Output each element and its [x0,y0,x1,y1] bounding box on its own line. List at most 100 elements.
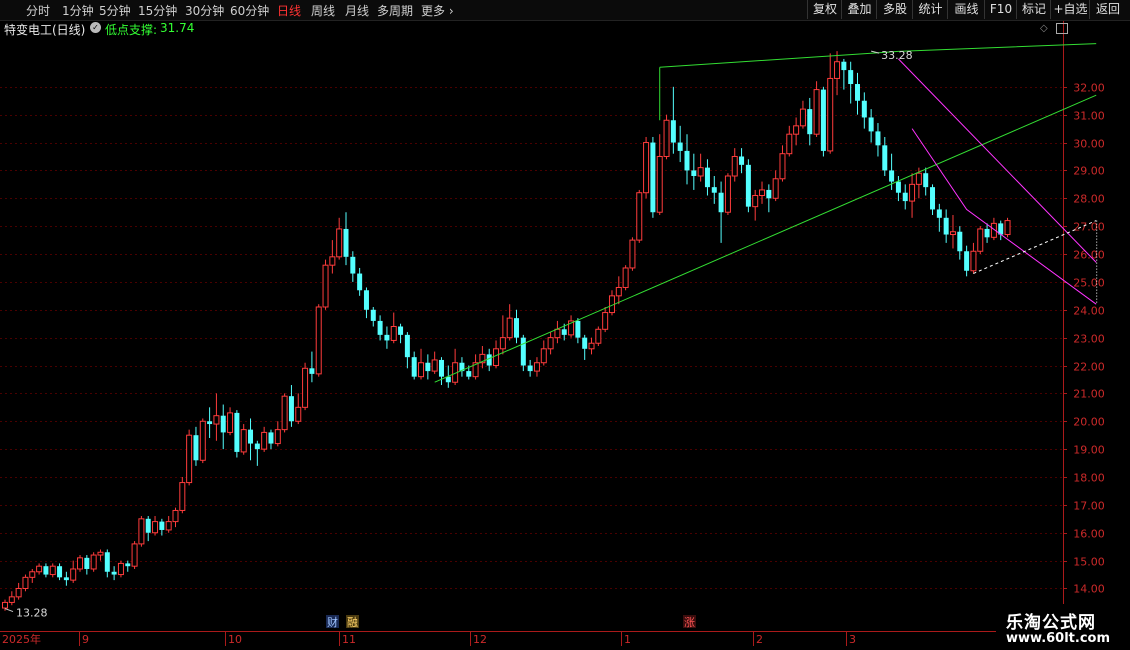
candle-body [663,119,670,157]
stock-title[interactable]: 特变电工(日线) [4,21,85,38]
candle-body [540,348,547,364]
x-tick-label: 2025年 [2,632,41,646]
period-tab-1[interactable]: 1分钟 [62,2,94,19]
toolbar-button-1[interactable]: 叠加 [841,0,877,19]
candle-body [43,566,49,575]
candle-body [697,167,704,177]
candle-body [602,312,609,330]
candle-body [8,596,15,603]
candle-body [827,77,834,152]
toolbar-button-7[interactable]: +自选 [1050,0,1090,19]
candle-body [820,89,826,151]
candle-body [193,435,199,461]
candle-body [527,365,533,372]
candle-body [431,359,438,372]
candle-body [643,142,650,194]
y-tick-label: 23.00 [1073,333,1105,346]
candlestick-chart[interactable]: 14.00 15.00 16.00 17.00 18.00 19.00 20.00 21.00… [0,0,1130,650]
period-tab-4[interactable]: 30分钟 [185,2,224,19]
candle-body [739,156,745,165]
candle-body [622,267,629,288]
period-tab-10[interactable]: 更多 › [421,2,454,19]
candle-body [656,155,663,213]
candle-body [902,192,908,202]
candle-body [29,571,36,578]
candle-body [281,395,288,431]
candle-body [499,337,506,350]
indicator-toggle-icon[interactable]: ✓ [90,22,101,33]
x-tick-label: 2 [756,633,763,646]
period-tab-3[interactable]: 15分钟 [138,2,177,19]
candle-body [704,167,710,188]
toolbar-button-0[interactable]: 复权 [807,0,842,19]
indicator-label: 低点支撑: [105,23,158,37]
y-tick-label: 20.00 [1073,416,1105,429]
candle-body [889,170,895,182]
candle-body [97,551,104,556]
toolbar-button-3[interactable]: 统计 [912,0,948,19]
candle-body [49,565,56,576]
panel-toggle-icon[interactable] [1056,23,1068,34]
period-tab-9[interactable]: 多周期 [377,2,413,19]
candle-body [315,306,322,375]
candle-body [90,554,97,570]
trendline-top [659,43,1097,68]
x-tick-label: 12 [473,633,487,646]
period-tab-2[interactable]: 5分钟 [99,2,131,19]
y-tick-label: 28.00 [1073,193,1105,206]
y-tick-label: 14.00 [1073,583,1105,596]
candle-body [772,178,779,199]
candle-body [302,367,309,408]
candle-body [895,181,901,193]
candle-body [670,120,676,143]
candle-body [650,142,656,213]
diamond-icon[interactable]: ◇ [1040,23,1048,34]
candle-body [227,412,234,433]
candle-body [131,543,138,567]
candle-body [977,228,984,252]
candle-body [745,164,751,207]
candle-body [547,337,554,350]
candle-body [384,334,390,341]
candle-body [172,509,179,523]
candle-body [322,264,329,308]
candle-body [63,577,69,581]
toolbar-button-6[interactable]: 标记 [1016,0,1051,19]
candle-body [486,354,492,366]
x-tick-label: 9 [82,633,89,646]
y-tick-label: 25.00 [1073,277,1105,290]
x-tick-label: 11 [342,633,356,646]
toolbar-button-8[interactable]: 返回 [1089,0,1126,19]
candle-body [36,565,43,573]
period-tab-6[interactable]: 日线 [277,2,301,19]
candle-body [724,175,731,213]
candle-body [261,431,268,450]
candle-body [240,429,247,453]
candle-body [104,552,110,572]
candle-body [336,228,343,258]
y-tick-label: 22.00 [1073,361,1105,374]
candle-body [15,587,22,598]
toolbar-button-2[interactable]: 多股 [876,0,913,19]
candle-body [855,84,860,101]
candle-body [274,429,281,445]
candle-body [930,187,936,210]
candle-body [288,396,294,422]
candle-body [398,326,404,335]
candle-body [350,256,356,274]
period-tab-5[interactable]: 60分钟 [230,2,269,19]
x-tick-label: 3 [849,633,856,646]
y-tick-label: 19.00 [1073,444,1105,457]
period-tab-8[interactable]: 月线 [345,2,369,19]
candle-body [254,443,260,450]
toolbar-button-5[interactable]: F10 [984,0,1017,19]
indicator-value: 31.74 [160,21,195,35]
candle-body [629,239,636,269]
period-tab-0[interactable]: 分时 [26,2,50,19]
candle-body [370,309,376,321]
candle-body [138,518,145,545]
period-tab-7[interactable]: 周线 [311,2,335,19]
candle-body [186,434,193,484]
candle-body [915,172,922,185]
toolbar-button-4[interactable]: 画线 [947,0,985,19]
